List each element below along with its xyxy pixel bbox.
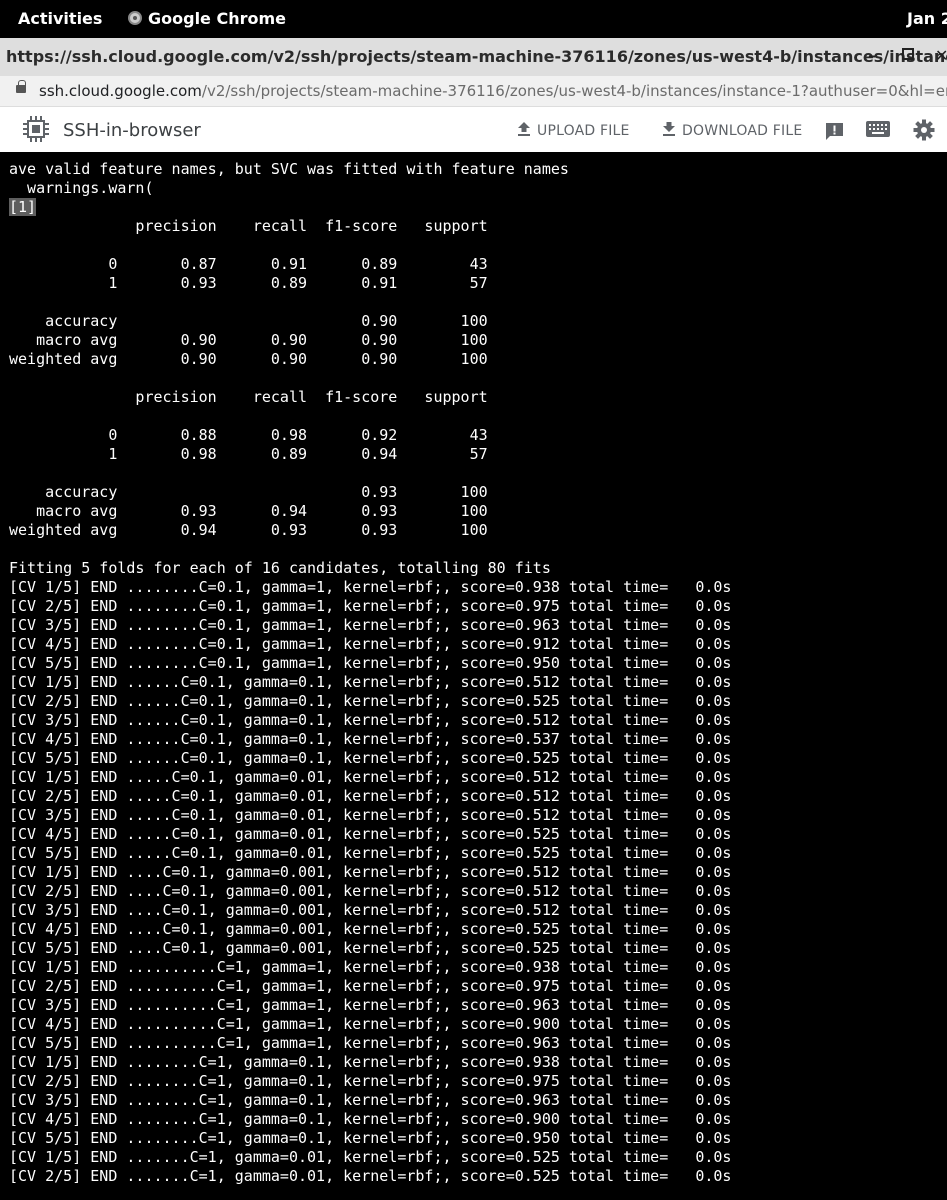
- download-file-label: DOWNLOAD FILE: [682, 123, 803, 139]
- window-title-bar[interactable]: https://ssh.cloud.google.com/v2/ssh/proj…: [0, 38, 947, 76]
- window-title: https://ssh.cloud.google.com/v2/ssh/proj…: [6, 47, 947, 66]
- terminal-body: precision recall f1-score support 0 0.87…: [9, 217, 732, 1185]
- settings-gear-icon[interactable]: [913, 119, 935, 141]
- address-bar[interactable]: ssh.cloud.google.com/v2/ssh/projects/ste…: [0, 76, 947, 107]
- clock[interactable]: Jan 2: [907, 9, 947, 28]
- url-host: ssh.cloud.google.com: [39, 82, 202, 100]
- download-icon: [663, 122, 675, 136]
- keyboard-icon[interactable]: [866, 121, 890, 137]
- close-window-button[interactable]: ✕: [935, 46, 947, 65]
- app-menu-label: Google Chrome: [148, 9, 287, 28]
- maximize-icon: [902, 48, 914, 60]
- terminal-output[interactable]: ave valid feature names, but SVC was fit…: [0, 152, 947, 1200]
- app-title: SSH-in-browser: [63, 120, 201, 141]
- lock-icon[interactable]: [16, 80, 26, 93]
- upload-file-button[interactable]: UPLOAD FILE: [517, 121, 630, 139]
- upload-file-label: UPLOAD FILE: [537, 123, 630, 139]
- desktop-top-bar: Activities Google Chrome Jan 2: [0, 0, 947, 38]
- maximize-button[interactable]: [902, 46, 914, 65]
- chrome-icon: [128, 11, 142, 25]
- download-file-button[interactable]: DOWNLOAD FILE: [662, 121, 802, 139]
- url-text[interactable]: ssh.cloud.google.com/v2/ssh/projects/ste…: [39, 82, 947, 100]
- url-path: /v2/ssh/projects/steam-machine-376116/zo…: [201, 82, 947, 100]
- minimize-button[interactable]: –: [868, 46, 876, 65]
- feedback-icon[interactable]: [824, 121, 845, 142]
- ssh-app-header: SSH-in-browser UPLOAD FILE DOWNLOAD FILE: [0, 107, 947, 152]
- activities-button[interactable]: Activities: [18, 9, 102, 28]
- terminal-text: ave valid feature names, but SVC was fit…: [0, 160, 947, 1186]
- cpu-chip-icon: [23, 116, 49, 142]
- terminal-marker: [1]: [9, 198, 37, 216]
- app-menu[interactable]: Google Chrome: [128, 9, 286, 28]
- upload-icon: [518, 122, 530, 136]
- terminal-warning-text: ave valid feature names, but SVC was fit…: [9, 160, 569, 197]
